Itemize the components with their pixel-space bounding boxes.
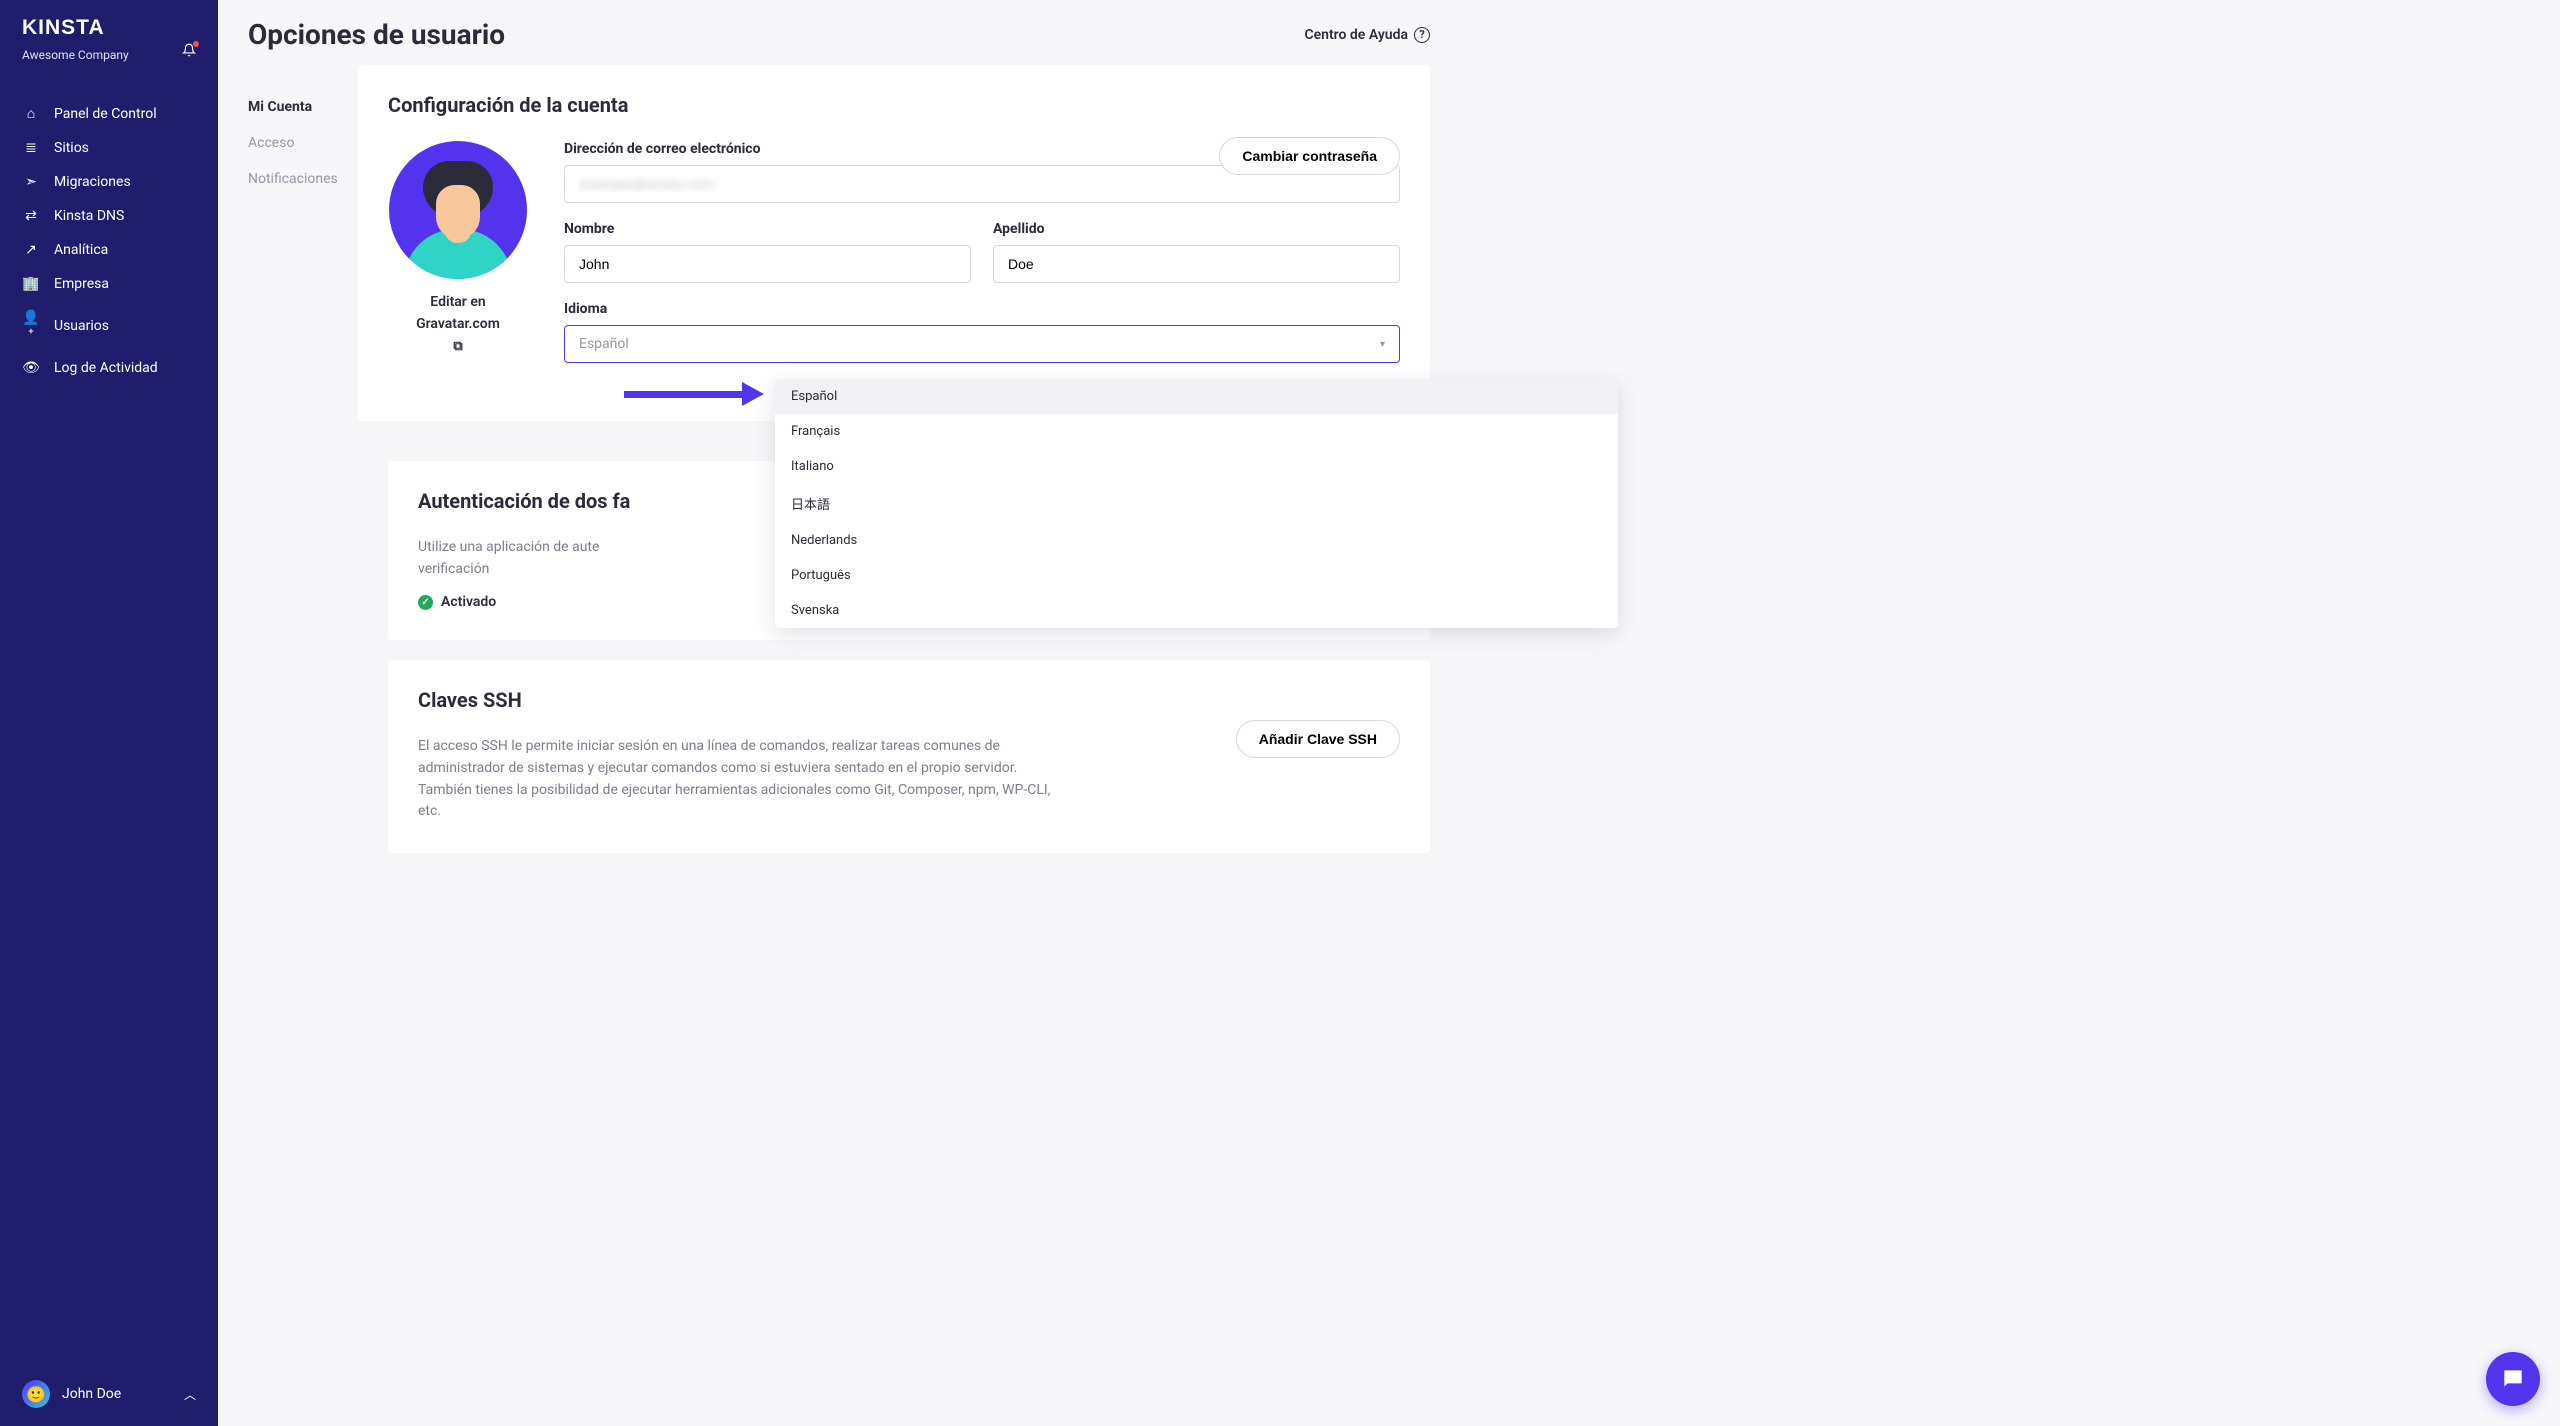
home-icon: ⌂ [22, 105, 40, 122]
sidebar-item-analytics[interactable]: ↗ Analítica [0, 233, 218, 267]
users-icon: 👤⁺ [22, 310, 40, 342]
sidebar-item-company[interactable]: 🏢 Empresa [0, 267, 218, 301]
sidebar-user-name: John Doe [62, 1386, 121, 1402]
stack-icon: ≣ [22, 140, 40, 156]
analytics-icon: ↗ [22, 242, 40, 258]
sidebar-item-label: Usuarios [54, 318, 109, 334]
account-form: Dirección de correo electrónico Nombre A… [564, 141, 1400, 381]
language-option[interactable]: Svenska [775, 593, 1618, 628]
language-option[interactable]: Italiano [775, 449, 1618, 484]
language-dropdown: Español Français Italiano 日本語 Nederlands… [775, 379, 1618, 628]
sub-tab-notifications[interactable]: Notificaciones [248, 161, 358, 197]
last-name-field[interactable] [993, 245, 1400, 283]
sidebar-item-migrations[interactable]: ➣ Migraciones [0, 165, 218, 199]
label-language: Idioma [564, 301, 1400, 317]
avatar [389, 141, 527, 279]
sidebar-item-dashboard[interactable]: ⌂ Panel de Control [0, 96, 218, 131]
brand-logo: KINSTA [0, 0, 218, 48]
sidebar-item-label: Log de Actividad [54, 360, 158, 376]
gravatar-edit-link[interactable]: Editar en Gravatar.com ⧉ [388, 294, 528, 356]
language-option[interactable]: Français [775, 414, 1618, 449]
sidebar-item-label: Panel de Control [54, 106, 157, 122]
sidebar-nav: ⌂ Panel de Control ≣ Sitios ➣ Migraciones ⇄… [0, 96, 218, 385]
language-select[interactable]: Español ▾ [564, 325, 1400, 363]
help-center-link[interactable]: Centro de Ayuda ? [1304, 27, 1430, 43]
sub-tab-account[interactable]: Mi Cuenta [248, 89, 358, 125]
avatar-sm: 🙂 [22, 1380, 50, 1408]
main: Opciones de usuario Centro de Ayuda ? Mi… [218, 0, 1460, 812]
sidebar-user-menu[interactable]: 🙂 John Doe ︿ [0, 1366, 218, 1426]
intercom-chat-button[interactable] [2486, 1352, 2540, 1406]
label-surname: Apellido [993, 221, 1400, 237]
change-password-button[interactable]: Cambiar contraseña [1219, 137, 1400, 175]
sidebar-item-users[interactable]: 👤⁺ Usuarios [0, 301, 218, 351]
language-option[interactable]: 日本語 [775, 484, 1618, 523]
label-name: Nombre [564, 221, 971, 237]
gravatar-label: Editar en Gravatar.com [416, 294, 500, 332]
topbar: Opciones de usuario Centro de Ayuda ? [218, 0, 1460, 65]
notifications-bell-icon[interactable] [182, 43, 196, 61]
sidebar-item-sites[interactable]: ≣ Sitios [0, 131, 218, 165]
ssh-keys-panel: Claves SSH El acceso SSH le permite inic… [388, 660, 1430, 853]
account-settings-panel: Configuración de la cuenta Cambiar contr… [358, 65, 1430, 421]
ssh-desc: El acceso SSH le permite iniciar sesión … [418, 736, 1058, 823]
language-option[interactable]: Nederlands [775, 523, 1618, 558]
sidebar-item-label: Empresa [54, 276, 109, 292]
language-placeholder: Español [579, 336, 629, 352]
annotation-arrow [624, 382, 764, 406]
migrate-icon: ➣ [22, 174, 40, 190]
dns-icon: ⇄ [22, 208, 40, 224]
eye-icon: 👁 [22, 360, 40, 376]
sidebar-item-label: Sitios [54, 140, 89, 156]
help-label: Centro de Ayuda [1304, 27, 1408, 43]
section-title-ssh: Claves SSH [418, 688, 1400, 712]
chevron-up-icon: ︿ [184, 1386, 196, 1403]
page-title: Opciones de usuario [248, 18, 505, 51]
add-ssh-key-button[interactable]: Añadir Clave SSH [1236, 720, 1400, 758]
check-icon: ✓ [418, 595, 433, 610]
avatar-column: Editar en Gravatar.com ⧉ [388, 141, 528, 381]
help-icon: ? [1414, 27, 1430, 43]
chevron-down-icon: ▾ [1380, 339, 1385, 350]
external-link-icon: ⧉ [388, 338, 528, 356]
sub-tabs: Mi Cuenta Acceso Notificaciones [218, 65, 358, 441]
status-label: Activado [441, 594, 496, 610]
sidebar-item-label: Migraciones [54, 174, 131, 190]
sidebar-item-label: Analítica [54, 242, 108, 258]
sidebar: KINSTA Awesome Company ⌂Panel de Control… [0, 0, 218, 1426]
sidebar-item-activity-log[interactable]: 👁 Log de Actividad [0, 351, 218, 385]
section-title-account: Configuración de la cuenta [388, 93, 1400, 117]
language-option[interactable]: Español [775, 379, 1618, 414]
sub-tab-access[interactable]: Acceso [248, 125, 358, 161]
company-icon: 🏢 [22, 276, 40, 292]
first-name-field[interactable] [564, 245, 971, 283]
sidebar-item-label: Kinsta DNS [54, 208, 124, 224]
language-option[interactable]: Português [775, 558, 1618, 593]
sidebar-item-dns[interactable]: ⇄ Kinsta DNS [0, 199, 218, 233]
